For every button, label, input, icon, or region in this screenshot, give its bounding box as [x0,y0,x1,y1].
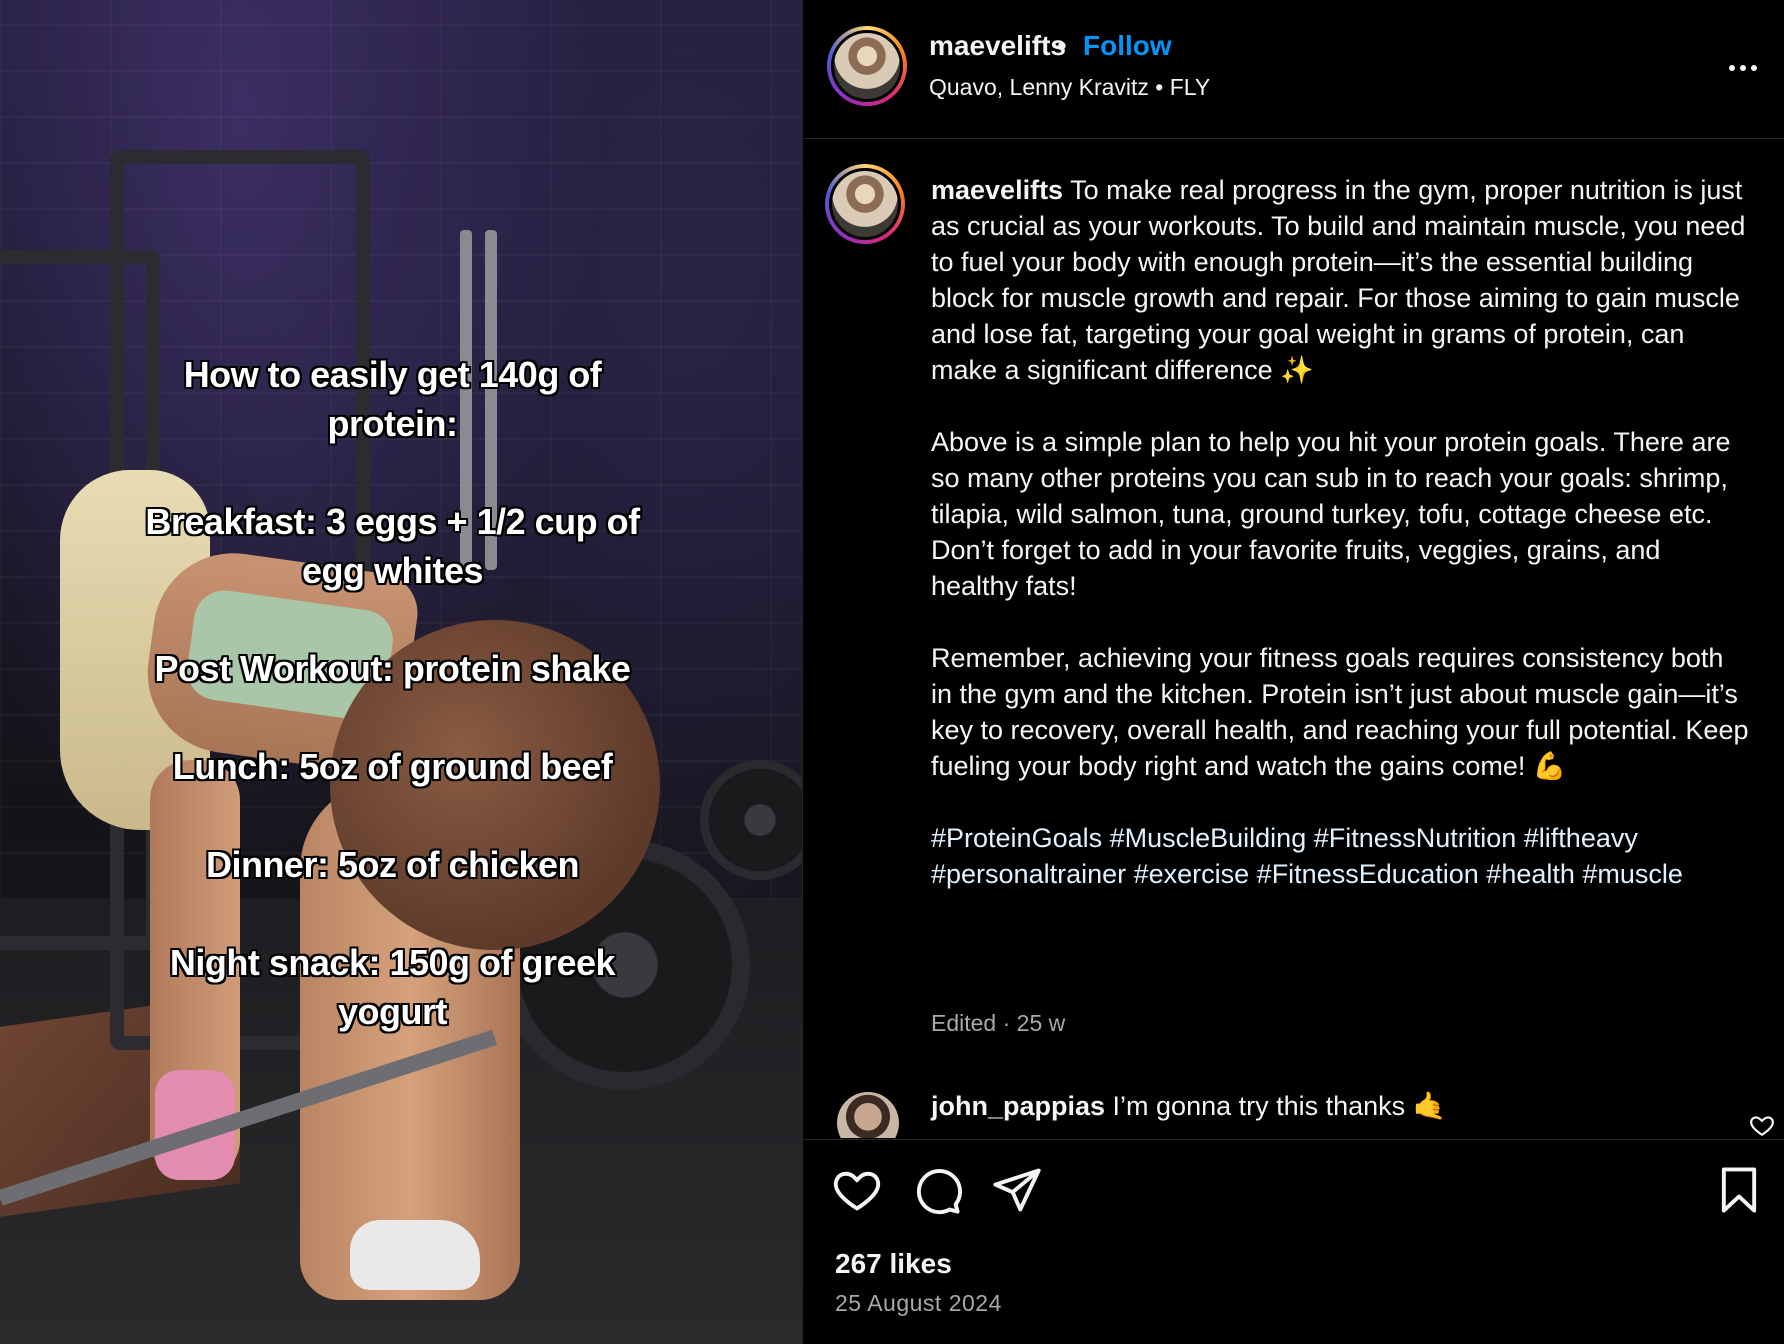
post-header: maevelifts • Follow Quavo, Lenny Kravitz… [803,0,1784,139]
share-send-icon[interactable] [991,1164,1043,1216]
author-username[interactable]: maevelifts [929,30,1066,62]
comment-heart-icon[interactable] [1749,1112,1775,1138]
post-actions: 267 likes 25 August 2024 [803,1139,1784,1344]
commenter-avatar[interactable] [837,1092,899,1138]
follow-button[interactable]: Follow [1083,30,1172,62]
video-text-overlay: How to easily get 140g of protein: Break… [140,350,645,1036]
sneaker [350,1220,480,1290]
heart-icon[interactable] [831,1164,883,1216]
header-separator: • [1057,30,1067,61]
likes-count[interactable]: 267 likes [835,1248,952,1280]
caption-meta: Edited · 25 w [931,1010,1066,1036]
post-media[interactable]: How to easily get 140g of protein: Break… [0,0,802,1344]
overlay-lunch: Lunch: 5oz of ground beef [172,746,613,787]
caption-hashtags[interactable]: #ProteinGoals #MuscleBuilding #FitnessNu… [931,820,1751,892]
caption-scroll-area[interactable]: maevelifts To make real progress in the … [803,140,1784,1138]
comment-text: I’m gonna try this thanks 🤙 [1112,1091,1447,1121]
post-date: 25 August 2024 [835,1290,1002,1316]
caption-username[interactable]: maevelifts [931,175,1063,205]
post-side-panel: maevelifts • Follow Quavo, Lenny Kravitz… [802,0,1784,1344]
bookmark-icon[interactable] [1713,1164,1765,1216]
overlay-post-workout: Post Workout: protein shake [154,648,631,689]
overlay-breakfast: Breakfast: 3 eggs + 1/2 cup of egg white… [145,501,640,591]
caption-paragraph-3: Remember, achieving your fitness goals r… [931,643,1749,781]
caption-paragraph-1: To make real progress in the gym, proper… [931,175,1746,385]
overlay-night-snack: Night snack: 150g of greek yogurt [169,942,616,1032]
author-avatar[interactable] [827,26,907,106]
caption-author-avatar[interactable] [825,164,905,244]
audio-attribution[interactable]: Quavo, Lenny Kravitz • FLY [929,74,1210,101]
overlay-title: How to easily get 140g of protein: [183,354,602,444]
post-caption: maevelifts To make real progress in the … [931,172,1751,928]
comment-icon[interactable] [911,1164,963,1216]
comment-item: john_pappias I’m gonna try this thanks 🤙 [931,1090,1446,1122]
more-horizontal-icon[interactable] [1723,48,1763,88]
overlay-dinner: Dinner: 5oz of chicken [205,844,580,885]
comment-username[interactable]: john_pappias [931,1091,1105,1121]
caption-paragraph-2: Above is a simple plan to help you hit y… [931,427,1731,601]
instagram-post: How to easily get 140g of protein: Break… [0,0,1784,1344]
